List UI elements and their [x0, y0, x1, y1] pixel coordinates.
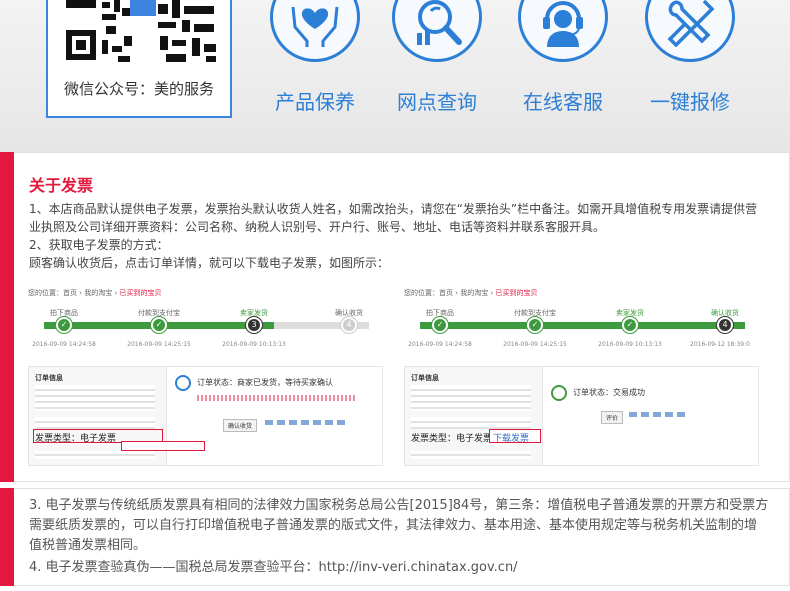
service-circle	[518, 0, 608, 62]
breadcrumb: 您的位置：首页 › 我的淘宝 › 已买到的宝贝	[404, 289, 538, 297]
hands-heart-icon	[291, 6, 339, 47]
note-legal-validity: 3. 电子发票与传统纸质发票具有相同的法律效力国家税务总局公告[2015]84号…	[29, 498, 769, 553]
order-info-title: 订单信息	[35, 374, 63, 382]
wechat-qr-card: 微信公众号：美的服务	[46, 0, 232, 118]
order-info-title: 订单信息	[411, 374, 439, 382]
note-verification: 4. 电子发票查验真伪——国税总局发票查验平台：http://inv-veri.…	[29, 560, 518, 575]
invoice-panel: 关于发票 1、本店商品默认提供电子发票，发票抬头默认收货人姓名，如需改抬头，请您…	[0, 152, 790, 482]
action-links[interactable]	[629, 412, 689, 417]
blurred-text	[411, 417, 531, 429]
order-info-box: 订单信息 发票类型：电子发票 下载发票 订单状态：交易成功 评价	[404, 366, 759, 466]
order-info-box: 订单信息 发票类型：电子发票 订单状态：商家已发货，等待买家确认 确认收货	[28, 366, 383, 466]
step-time: 2016-09-09 14:25:15	[503, 341, 567, 348]
step-check-icon: ✓	[622, 317, 638, 333]
review-button[interactable]: 评价	[601, 411, 624, 424]
step-check-icon: ✓	[151, 317, 167, 333]
download-tooltip-highlight	[121, 441, 205, 451]
wechat-caption: 微信公众号：美的服务	[63, 80, 214, 98]
invoice-paragraph-3: 顾客确认收货后，点击订单详情，就可以下载电子发票，如图所示：	[29, 256, 390, 270]
order-status-text: 订单状态：交易成功	[573, 388, 645, 397]
service-label: 一键报修	[650, 90, 730, 114]
blurred-address	[35, 385, 155, 411]
service-circle	[645, 0, 735, 62]
tools-icon	[667, 0, 715, 47]
step-check-icon: ✓	[527, 317, 543, 333]
blurred-order-no	[35, 451, 155, 459]
breadcrumb: 您的位置：首页 › 我的淘宝 › 已买到的宝贝	[28, 289, 162, 297]
service-online-support[interactable]: 在线客服	[498, 0, 628, 118]
action-links[interactable]	[265, 420, 345, 425]
order-info-sidebar: 订单信息 发票类型：电子发票	[405, 367, 543, 465]
service-product-maintenance[interactable]: 产品保养	[250, 0, 380, 118]
download-invoice-link[interactable]: 下载发票	[493, 431, 529, 444]
service-circle	[392, 0, 482, 62]
accent-bar	[0, 488, 14, 586]
invoice-paragraph-1: 1、本店商品默认提供电子发票，发票抬头默认收货人姓名，如需改抬头，请您在“发票抬…	[29, 202, 758, 234]
blurred-text	[35, 417, 155, 429]
service-label: 产品保养	[275, 90, 355, 114]
confirm-receipt-button[interactable]: 确认收货	[223, 419, 258, 432]
accent-bar	[0, 152, 14, 482]
step-time: 2016-09-09 14:24:58	[408, 341, 472, 348]
order-status-text: 订单状态：商家已发货，等待买家确认	[197, 378, 333, 387]
step-time: 2016-09-09 10:13:13	[598, 341, 662, 348]
section-title: 关于发票	[29, 176, 94, 195]
countdown-text	[197, 395, 357, 401]
service-band: 微信公众号：美的服务 产品保养 网点查询 在线客服 一键报修	[0, 0, 790, 152]
blurred-order-no	[411, 451, 531, 459]
step-time: 2016-09-09 14:25:15	[127, 341, 191, 348]
step-current-icon: 4	[717, 317, 733, 333]
step-time: 2016-09-12 18:39:0	[690, 341, 750, 348]
order-screenshot-shipped: 您的位置：首页 › 我的淘宝 › 已买到的宝贝 拍下商品 付款到支付宝 卖家发货…	[28, 288, 383, 468]
invoice-paragraph-2: 2、获取电子发票的方式：	[29, 238, 169, 252]
progress-bar	[420, 322, 745, 329]
info-status-icon	[175, 375, 191, 391]
invoice-type-text: 发票类型：电子发票	[411, 434, 493, 444]
service-outlet-search[interactable]: 网点查询	[372, 0, 502, 118]
headset-agent-icon	[543, 1, 583, 47]
step-time: 2016-09-09 14:24:58	[32, 341, 96, 348]
service-repair-request[interactable]: 一键报修	[625, 0, 755, 118]
step-current-icon: 3	[246, 317, 262, 333]
service-circle	[270, 0, 360, 62]
blurred-address	[411, 385, 531, 411]
step-pending-icon: 4	[341, 317, 357, 333]
step-check-icon: ✓	[432, 317, 448, 333]
step-check-icon: ✓	[56, 317, 72, 333]
notes-panel: 3. 电子发票与传统纸质发票具有相同的法律效力国家税务总局公告[2015]84号…	[0, 488, 790, 586]
service-label: 网点查询	[397, 90, 477, 114]
magnifier-chart-icon	[417, 0, 462, 45]
step-time: 2016-09-09 10:13:13	[222, 341, 286, 348]
order-screenshot-completed: 您的位置：首页 › 我的淘宝 › 已买到的宝贝 拍下商品 付款到支付宝 卖家发货…	[404, 288, 759, 468]
service-label: 在线客服	[523, 90, 603, 114]
success-check-icon	[551, 385, 567, 401]
qr-code-icon	[62, 0, 220, 66]
